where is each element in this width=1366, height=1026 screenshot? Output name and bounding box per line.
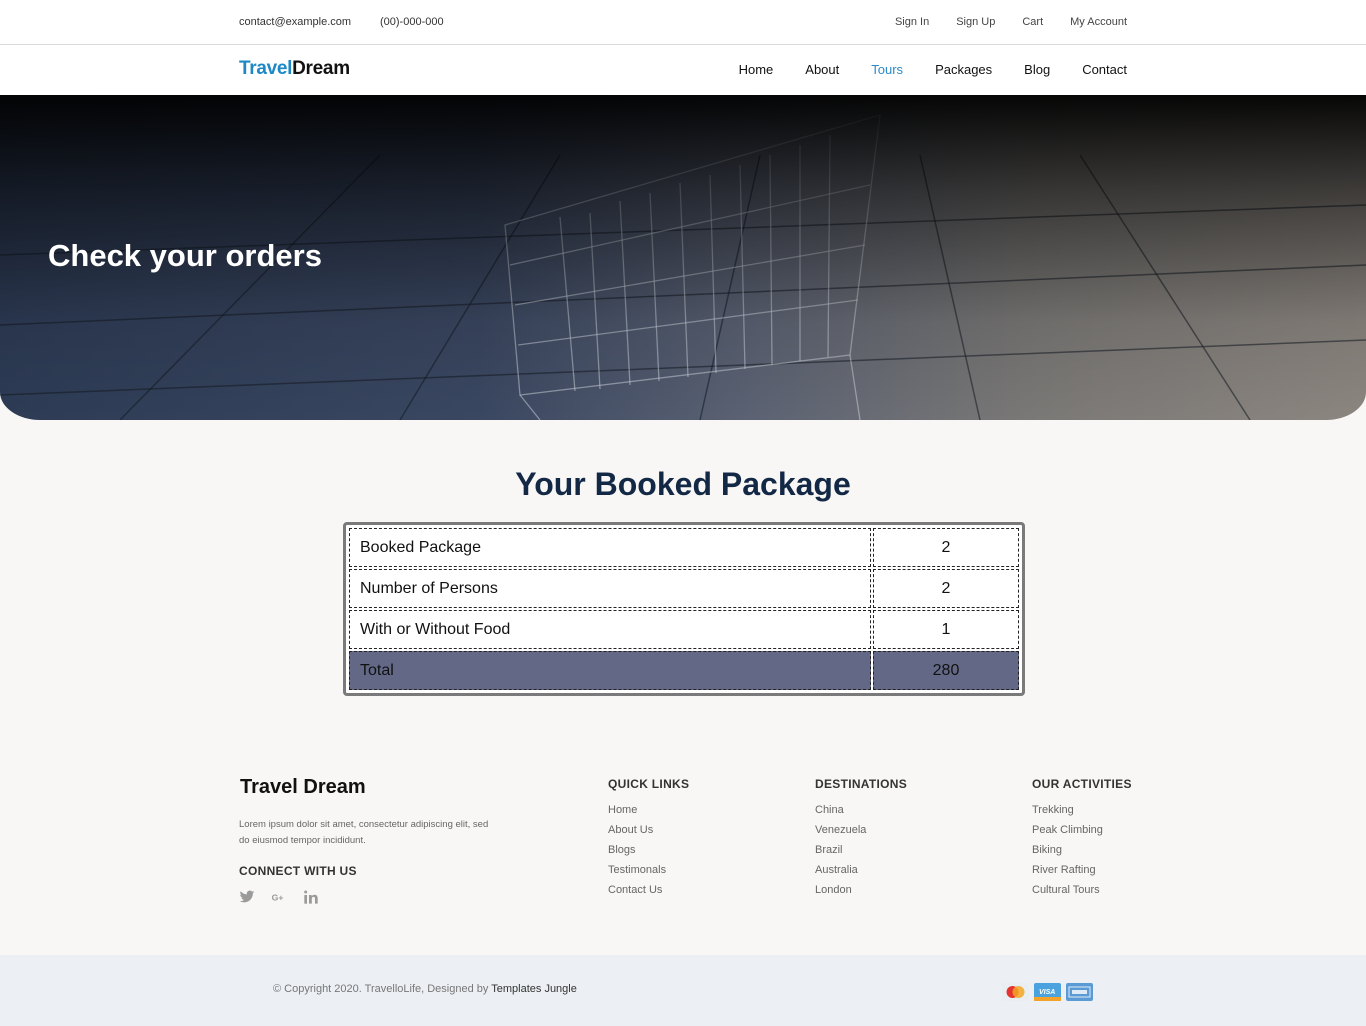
svg-text:VISA: VISA xyxy=(1039,989,1055,996)
hero-banner: Check your orders xyxy=(0,95,1366,420)
activity-link[interactable]: Peak Climbing xyxy=(1032,820,1132,840)
row-value: 1 xyxy=(873,610,1019,649)
top-bar: contact@example.com (00)-000-000 Sign In… xyxy=(0,0,1366,45)
nav-contact[interactable]: Contact xyxy=(1082,62,1127,77)
activity-link[interactable]: Biking xyxy=(1032,840,1132,860)
footer-link-about[interactable]: About Us xyxy=(608,820,689,840)
booked-package-heading: Your Booked Package xyxy=(515,466,851,502)
footer: Travel Dream Lorem ipsum dolor sit amet,… xyxy=(0,696,1366,955)
social-links: G+ xyxy=(239,889,319,905)
cart-link[interactable]: Cart xyxy=(1022,16,1043,28)
copyright-prefix: © Copyright 2020. TravelloLife, Designed… xyxy=(273,983,492,995)
destination-link[interactable]: Venezuela xyxy=(815,820,907,840)
total-label: Total xyxy=(349,651,871,690)
nav-blog[interactable]: Blog xyxy=(1024,62,1050,77)
table-row: With or Without Food 1 xyxy=(349,610,1019,649)
destination-link[interactable]: Australia xyxy=(815,860,907,880)
footer-link-contact[interactable]: Contact Us xyxy=(608,880,689,900)
table-row: Number of Persons 2 xyxy=(349,569,1019,608)
footer-link-blogs[interactable]: Blogs xyxy=(608,840,689,860)
mastercard-icon xyxy=(1002,983,1029,1001)
main-navbar: TravelDream Home About Tours Packages Bl… xyxy=(0,45,1366,95)
nav-packages[interactable]: Packages xyxy=(935,62,992,77)
account-links: Sign In Sign Up Cart My Account xyxy=(895,16,1127,28)
destination-link[interactable]: London xyxy=(815,880,907,900)
nav-home[interactable]: Home xyxy=(739,62,774,77)
activity-link[interactable]: River Rafting xyxy=(1032,860,1132,880)
logo-part-dream: Dream xyxy=(292,58,350,79)
linkedin-icon[interactable] xyxy=(303,889,319,905)
designer-link[interactable]: Templates Jungle xyxy=(491,983,577,995)
twitter-icon[interactable] xyxy=(239,889,255,905)
destination-link[interactable]: China xyxy=(815,800,907,820)
destinations-column: DESTINATIONS China Venezuela Brazil Aust… xyxy=(815,777,907,900)
my-account-link[interactable]: My Account xyxy=(1070,16,1127,28)
connect-heading: CONNECT WITH US xyxy=(239,864,357,878)
row-label: With or Without Food xyxy=(349,610,871,649)
destinations-heading: DESTINATIONS xyxy=(815,777,908,791)
payment-methods: VISA xyxy=(1002,983,1093,1001)
svg-text:G+: G+ xyxy=(272,892,284,902)
site-logo[interactable]: TravelDream xyxy=(239,58,350,80)
row-label: Booked Package xyxy=(349,528,871,567)
footer-link-testimonials[interactable]: Testimonals xyxy=(608,860,689,880)
sign-in-link[interactable]: Sign In xyxy=(895,16,929,28)
sign-up-link[interactable]: Sign Up xyxy=(956,16,995,28)
amex-icon xyxy=(1066,983,1093,1001)
quick-links-heading: QUICK LINKS xyxy=(608,777,690,791)
nav-about[interactable]: About xyxy=(805,62,839,77)
nav-tours[interactable]: Tours xyxy=(871,62,903,77)
table-row: Booked Package 2 xyxy=(349,528,1019,567)
footer-link-home[interactable]: Home xyxy=(608,800,689,820)
activities-column: OUR ACTIVITIES Trekking Peak Climbing Bi… xyxy=(1032,777,1132,900)
activity-link[interactable]: Trekking xyxy=(1032,800,1132,820)
copyright-text: © Copyright 2020. TravelloLife, Designed… xyxy=(273,983,577,995)
contact-phone[interactable]: (00)-000-000 xyxy=(380,16,444,28)
destination-link[interactable]: Brazil xyxy=(815,840,907,860)
total-value: 280 xyxy=(873,651,1019,690)
order-summary-table: Booked Package 2 Number of Persons 2 Wit… xyxy=(343,522,1025,696)
row-label: Number of Persons xyxy=(349,569,871,608)
quick-links-column: QUICK LINKS Home About Us Blogs Testimon… xyxy=(608,777,689,900)
footer-brand: Travel Dream xyxy=(240,776,366,798)
hero-title: Check your orders xyxy=(48,238,322,273)
copyright-bar: © Copyright 2020. TravelloLife, Designed… xyxy=(0,955,1366,1026)
logo-part-travel: Travel xyxy=(239,58,293,79)
contact-email[interactable]: contact@example.com xyxy=(239,16,351,28)
row-value: 2 xyxy=(873,569,1019,608)
row-value: 2 xyxy=(873,528,1019,567)
visa-icon: VISA xyxy=(1034,983,1061,1001)
activities-heading: OUR ACTIVITIES xyxy=(1032,777,1132,791)
footer-description: Lorem ipsum dolor sit amet, consectetur … xyxy=(239,819,489,846)
total-row: Total 280 xyxy=(349,651,1019,690)
google-plus-icon[interactable]: G+ xyxy=(271,889,287,905)
activity-link[interactable]: Cultural Tours xyxy=(1032,880,1132,900)
main-nav: Home About Tours Packages Blog Contact xyxy=(739,62,1127,77)
